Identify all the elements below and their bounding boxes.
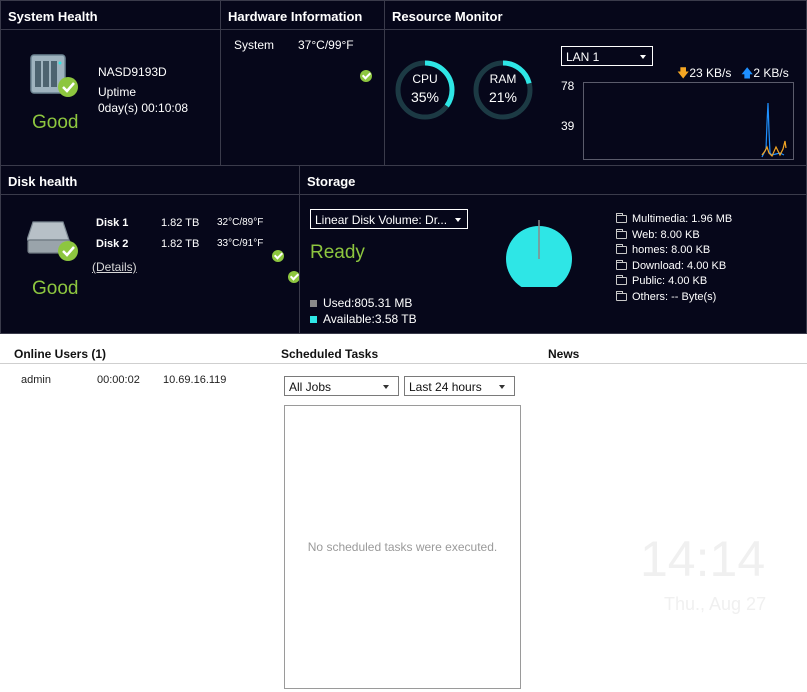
- news-title: News: [548, 347, 580, 361]
- folder-icon: [616, 275, 627, 286]
- ram-label: RAM: [489, 72, 517, 86]
- download-speed-value: 23 KB/s: [689, 66, 732, 80]
- clock-time: 14:14: [640, 531, 766, 587]
- used-swatch: [310, 300, 317, 307]
- upload-series-line: [761, 102, 785, 158]
- storage-status: Ready: [310, 242, 365, 263]
- dashboard-dark-area: System Health NASD9193D Uptime 0day(s) 0…: [0, 0, 807, 334]
- disk-status: Good: [32, 278, 79, 299]
- folder-label: Others: -- Byte(s): [632, 290, 717, 303]
- folder-item-homes: homes: 8.00 KB: [616, 243, 732, 259]
- job-filter-value: All Jobs: [289, 380, 332, 394]
- network-chart: [583, 82, 794, 160]
- hardware-info-panel: Hardware Information System 37°C/99°F: [220, 0, 385, 166]
- folder-label: Multimedia: 1.96 MB: [632, 213, 733, 225]
- disk1-size: 1.82 TB: [161, 217, 200, 229]
- check-icon: [272, 249, 284, 262]
- upload-arrow-icon: 🡅: [741, 66, 754, 80]
- clock-date: Thu., Aug 27: [664, 594, 767, 614]
- cpu-gauge: CPU 35%: [394, 59, 456, 126]
- job-filter-select[interactable]: All Jobs: [284, 376, 399, 396]
- uptime-label: Uptime: [98, 85, 137, 99]
- hard-disk-icon: [26, 216, 81, 269]
- available-legend: Available:3.58 TB: [310, 312, 417, 326]
- scheduled-tasks-box: No scheduled tasks were executed.: [284, 405, 521, 689]
- chevron-down-icon: [640, 55, 646, 59]
- folder-label: Public: 4.00 KB: [632, 275, 708, 288]
- folder-item-public: Public: 4.00 KB: [616, 274, 732, 290]
- folder-item-multimedia: Multimedia: 1.96 MB: [616, 212, 732, 228]
- folder-list: Multimedia: 1.96 MB Web: 8.00 KB homes: …: [616, 212, 732, 306]
- resource-monitor-panel: Resource Monitor CPU 35% RAM 21% LAN 1 🡇…: [384, 0, 807, 166]
- disk2-name: Disk 2: [96, 238, 129, 250]
- ram-value: 21%: [488, 89, 518, 105]
- system-status: Good: [32, 112, 79, 133]
- device-name: NASD9193D: [98, 65, 167, 79]
- folder-item-others: Others: -- Byte(s): [616, 290, 732, 306]
- folder-item-web: Web: 8.00 KB: [616, 228, 732, 244]
- scheduled-tasks-title: Scheduled Tasks: [281, 347, 379, 361]
- folder-icon: [616, 290, 627, 301]
- cpu-label: CPU: [412, 72, 438, 86]
- storage-pie-chart: [505, 217, 575, 292]
- online-user-name: admin: [21, 374, 51, 386]
- used-legend: Used:805.31 MB: [310, 296, 412, 310]
- ram-gauge: RAM 21%: [472, 59, 534, 126]
- y-tick-mid: 39: [561, 119, 575, 133]
- disk1-temp: 32°C/89°F: [217, 217, 264, 228]
- check-icon: [360, 69, 372, 82]
- lan-select-value: LAN 1: [566, 50, 600, 64]
- used-value: Used:805.31 MB: [323, 296, 413, 310]
- time-filter-select[interactable]: Last 24 hours: [404, 376, 515, 396]
- nas-device-icon: [27, 53, 81, 104]
- lan-select[interactable]: LAN 1: [561, 46, 653, 66]
- hw-system-label: System: [234, 38, 275, 52]
- y-tick-top: 78: [561, 79, 575, 93]
- folder-icon: [616, 259, 627, 270]
- storage-panel: Storage Linear Disk Volume: Dr... Ready …: [299, 165, 807, 334]
- system-health-panel: System Health NASD9193D Uptime 0day(s) 0…: [0, 0, 221, 166]
- folder-icon: [616, 244, 627, 255]
- storage-title: Storage: [300, 166, 806, 195]
- disk1-name: Disk 1: [96, 217, 129, 229]
- details-link[interactable]: (Details): [92, 260, 137, 274]
- folder-label: Download: 4.00 KB: [632, 259, 727, 272]
- disk2-temp: 33°C/91°F: [217, 238, 264, 249]
- chevron-down-icon: [383, 385, 389, 389]
- empty-tasks-message: No scheduled tasks were executed.: [307, 540, 498, 554]
- disk-health-panel: Disk health Disk 1 1.82 TB 32°C/89°F Dis…: [0, 165, 301, 334]
- disk-health-title: Disk health: [1, 166, 299, 195]
- folder-label: Web: 8.00 KB: [632, 228, 700, 241]
- online-user-time: 00:00:02: [97, 374, 140, 386]
- online-user-ip: 10.69.16.119: [163, 374, 227, 386]
- available-value: Available:3.58 TB: [323, 312, 417, 326]
- time-filter-value: Last 24 hours: [409, 380, 482, 394]
- bottom-section-header: Online Users (1) Scheduled Tasks News: [0, 340, 807, 364]
- folder-label: homes: 8.00 KB: [632, 244, 711, 257]
- volume-select-value: Linear Disk Volume: Dr...: [315, 213, 448, 227]
- resource-monitor-title: Resource Monitor: [385, 1, 806, 30]
- available-swatch: [310, 316, 317, 323]
- chevron-down-icon: [455, 218, 461, 222]
- cpu-value: 35%: [410, 89, 440, 105]
- folder-icon: [616, 228, 627, 239]
- online-users-title: Online Users (1): [14, 347, 107, 361]
- folder-item-download: Download: 4.00 KB: [616, 259, 732, 275]
- volume-select[interactable]: Linear Disk Volume: Dr...: [310, 209, 468, 229]
- hardware-info-title: Hardware Information: [221, 1, 384, 30]
- uptime-value: 0day(s) 00:10:08: [98, 101, 189, 115]
- folder-icon: [616, 213, 627, 223]
- upload-speed-value: 2 KB/s: [753, 66, 789, 80]
- disk2-size: 1.82 TB: [161, 238, 200, 250]
- download-arrow-icon: 🡇: [677, 66, 690, 80]
- system-health-title: System Health: [1, 1, 220, 30]
- chevron-down-icon: [499, 385, 505, 389]
- hw-system-temp: 37°C/99°F: [298, 38, 354, 52]
